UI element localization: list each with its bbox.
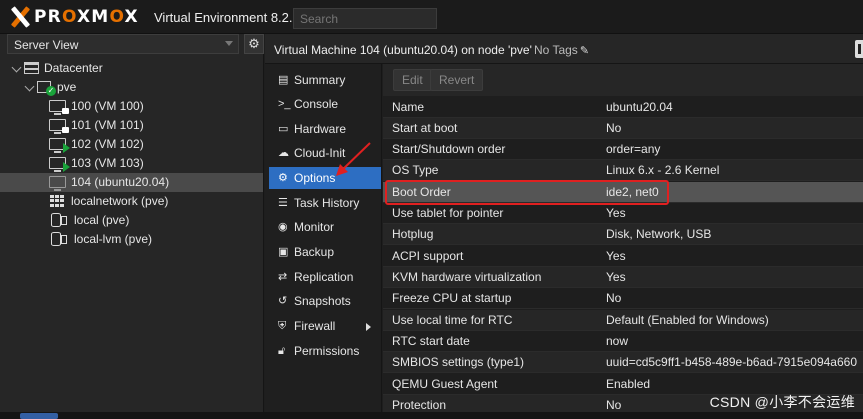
bottom-strip xyxy=(0,412,863,419)
watermark: CSDN @小李不会运维 xyxy=(709,394,855,410)
annotation-arrow-icon xyxy=(336,142,371,176)
taskbar-chip xyxy=(20,413,58,419)
